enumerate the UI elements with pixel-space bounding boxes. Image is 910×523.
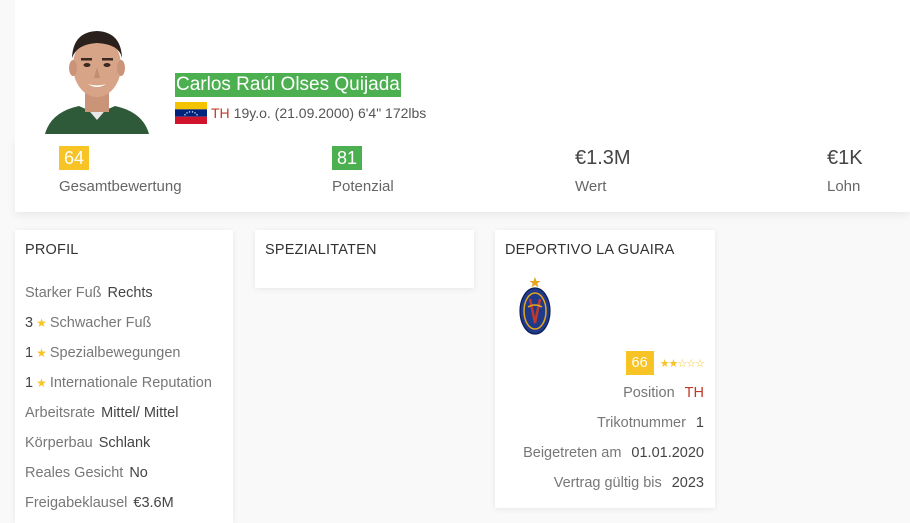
skill-moves-row: 1 ★ Spezialbewegungen xyxy=(25,343,180,363)
stat-value: €1.3M Wert xyxy=(575,146,631,195)
work-rate-row: Arbeitsrate Mittel/ Mittel xyxy=(25,403,178,423)
potential-label: Potenzial xyxy=(332,178,394,195)
release-clause-label: Freigabeklausel xyxy=(25,495,128,511)
weak-foot-row: 3 ★ Schwacher Fuß xyxy=(25,313,151,333)
joined-row: Beigetreten am 01.01.2020 xyxy=(523,443,704,463)
intl-reputation-label: Internationale Reputation xyxy=(49,375,212,391)
jersey-number-value: 1 xyxy=(695,415,704,431)
body-type-row: Körperbau Schlank xyxy=(25,433,150,453)
body-type-value: Schlank xyxy=(98,435,151,451)
wage-label: Lohn xyxy=(827,178,861,195)
contract-value: 2023 xyxy=(671,475,704,491)
venezuela-flag-icon xyxy=(175,102,207,124)
release-clause-row: Freigabeklausel €3.6M xyxy=(25,493,174,513)
potential-rating-badge: 81 xyxy=(332,146,363,170)
club-card: DEPORTIVO LA GUAIRA 66 ★★☆☆☆ Position TH T… xyxy=(495,230,715,508)
player-position-code: TH xyxy=(211,105,230,121)
star-icon: ★ xyxy=(36,376,47,390)
weak-foot-number: 3 xyxy=(25,315,34,331)
star-icon: ★ xyxy=(36,316,47,330)
club-rating-badge: 66 xyxy=(625,351,654,375)
contract-row: Vertrag gültig bis 2023 xyxy=(554,473,704,493)
club-position-label: Position xyxy=(623,385,675,401)
overall-label: Gesamtbewertung xyxy=(59,178,182,195)
stat-overall: 64 Gesamtbewertung xyxy=(59,146,182,195)
club-crest-icon[interactable] xyxy=(518,277,552,342)
contract-label: Vertrag gültig bis xyxy=(553,475,662,491)
release-clause-value: €3.6M xyxy=(133,495,174,511)
real-face-value: No xyxy=(129,465,148,481)
player-info: 19y.o. (21.09.2000) 6'4" 172lbs xyxy=(233,105,427,121)
intl-reputation-number: 1 xyxy=(25,375,34,391)
joined-value: 01.01.2020 xyxy=(631,445,704,461)
club-rating-row: 66 ★★☆☆☆ xyxy=(625,351,705,375)
strong-foot-row: Starker Fuß Rechts xyxy=(25,283,153,303)
wage-value: €1K xyxy=(827,147,863,169)
skill-moves-label: Spezialbewegungen xyxy=(49,345,181,361)
profile-card: PROFIL Starker Fuß Rechts 3 ★ Schwacher Fuß… xyxy=(15,230,233,523)
value-label: Wert xyxy=(575,178,607,195)
star-icon: ★ xyxy=(36,346,47,360)
skill-moves-number: 1 xyxy=(25,345,34,361)
player-subline: TH 19y.o. (21.09.2000) 6'4" 172lbs xyxy=(175,102,426,124)
real-face-row: Reales Gesicht No xyxy=(25,463,148,483)
work-rate-label: Arbeitsrate xyxy=(25,405,96,421)
player-avatar xyxy=(37,20,157,134)
joined-label: Beigetreten am xyxy=(523,445,622,461)
strong-foot-value: Rechts xyxy=(107,285,153,301)
real-face-label: Reales Gesicht xyxy=(25,465,124,481)
specialities-card: SPEZIALITATEN xyxy=(255,230,474,288)
player-header-card: Carlos Raúl Olses Quijada TH 19y.o. (21.… xyxy=(15,0,910,212)
overall-rating-badge: 64 xyxy=(59,146,90,170)
weak-foot-label: Schwacher Fuß xyxy=(49,315,152,331)
body-type-label: Körperbau xyxy=(25,435,93,451)
work-rate-value: Mittel/ Mittel xyxy=(101,405,179,421)
jersey-number-row: Trikotnummer 1 xyxy=(597,413,704,433)
intl-reputation-row: 1 ★ Internationale Reputation xyxy=(25,373,212,393)
jersey-number-label: Trikotnummer xyxy=(597,415,686,431)
stat-wage: €1K Lohn xyxy=(827,146,863,195)
profile-title: PROFIL xyxy=(25,242,79,258)
club-star-rating-icon: ★★☆☆☆ xyxy=(659,358,705,370)
player-name: Carlos Raúl Olses Quijada xyxy=(175,73,401,97)
market-value: €1.3M xyxy=(575,147,631,169)
club-position-row: Position TH xyxy=(623,383,704,403)
club-title[interactable]: DEPORTIVO LA GUAIRA xyxy=(505,242,675,258)
specialities-title: SPEZIALITATEN xyxy=(265,242,377,258)
club-position-value: TH xyxy=(684,385,704,401)
stat-potential: 81 Potenzial xyxy=(332,146,394,195)
strong-foot-label: Starker Fuß xyxy=(25,285,102,301)
